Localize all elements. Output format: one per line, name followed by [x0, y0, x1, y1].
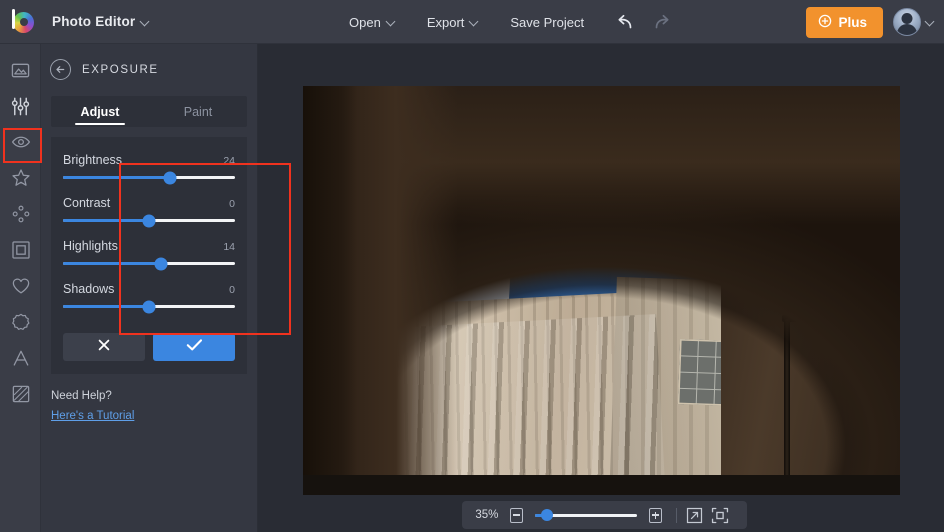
back-arrow-icon[interactable] — [50, 59, 71, 80]
tab-paint[interactable]: Paint — [149, 96, 247, 127]
help-section: Need Help? Here's a Tutorial — [51, 390, 257, 424]
tool-rail — [0, 44, 42, 532]
canvas-area[interactable] — [258, 44, 944, 532]
user-avatar — [893, 8, 921, 36]
slider-highlights-label: Highlights — [63, 239, 118, 253]
tab-adjust[interactable]: Adjust — [51, 96, 149, 127]
top-right-group: Plus — [806, 0, 934, 44]
undo-redo-group — [614, 10, 672, 34]
save-project-button[interactable]: Save Project — [494, 0, 602, 44]
tutorial-link[interactable]: Here's a Tutorial — [51, 410, 134, 422]
expand-arrow-icon[interactable] — [686, 506, 703, 524]
top-bar: Photo Editor Open Export Save Project Pl… — [0, 0, 944, 44]
slider-shadows: Shadows 0 — [63, 276, 235, 313]
befunky-color-wheel-logo — [9, 8, 35, 35]
slider-contrast-handle[interactable] — [142, 214, 156, 227]
chevron-down-icon — [387, 18, 395, 26]
save-project-label: Save Project — [510, 14, 585, 30]
plus-label: Plus — [838, 14, 867, 30]
sidebar-item-touch-up[interactable] — [0, 124, 41, 160]
sidebar-item-effects[interactable] — [0, 160, 41, 196]
slider-shadows-handle[interactable] — [142, 300, 156, 313]
slider-contrast: Contrast 0 — [63, 190, 235, 227]
sidebar-item-frames[interactable] — [0, 232, 41, 268]
slider-shadows-label: Shadows — [63, 282, 115, 296]
slider-highlights-handle[interactable] — [154, 257, 168, 270]
zoom-percent-label: 35% — [475, 509, 499, 521]
slider-highlights: Highlights 14 — [63, 233, 235, 270]
open-menu[interactable]: Open — [333, 0, 411, 44]
sidebar-item-artsy[interactable] — [0, 196, 41, 232]
fit-to-screen-icon[interactable] — [711, 506, 729, 524]
chevron-down-icon — [141, 18, 149, 26]
app-title-menu[interactable]: Photo Editor — [52, 14, 149, 29]
slider-contrast-track[interactable] — [63, 214, 235, 227]
help-title: Need Help? — [51, 390, 112, 402]
zoom-slider-handle[interactable] — [541, 509, 554, 521]
undo-arrow-icon[interactable] — [614, 10, 638, 34]
slider-brightness: Brightness 24 — [63, 147, 235, 184]
slider-contrast-value: 0 — [229, 198, 235, 210]
slider-highlights-value: 14 — [223, 241, 235, 253]
zoom-toolbar: 35% — [462, 501, 747, 529]
panel-header: EXPOSURE — [41, 44, 257, 80]
slider-brightness-value: 24 — [223, 155, 235, 167]
plus-upgrade-button[interactable]: Plus — [806, 6, 883, 38]
adjust-panel: EXPOSURE Adjust Paint Brightness 24 Cont… — [41, 44, 291, 532]
panel-tabs: Adjust Paint — [51, 96, 247, 127]
sidebar-item-text[interactable] — [0, 340, 41, 376]
app-logo[interactable] — [0, 0, 44, 44]
sidebar-item-overlays[interactable] — [0, 268, 41, 304]
account-menu[interactable] — [893, 8, 934, 36]
apply-button[interactable] — [153, 333, 235, 361]
slider-brightness-label: Brightness — [63, 153, 123, 167]
toolbar-divider — [676, 507, 678, 523]
export-menu[interactable]: Export — [411, 0, 495, 44]
sidebar-item-photo-edits[interactable] — [0, 52, 41, 88]
check-icon — [186, 338, 203, 357]
zoom-in-button[interactable] — [648, 507, 663, 523]
sidebar-item-textures[interactable] — [0, 376, 41, 412]
top-menu-group: Open Export Save Project — [333, 0, 672, 44]
chevron-down-icon — [470, 18, 478, 26]
zoom-slider-track[interactable] — [535, 509, 637, 521]
panel-actions — [51, 324, 247, 374]
zoom-out-button[interactable] — [509, 507, 524, 523]
close-x-icon — [97, 338, 111, 357]
slider-highlights-track[interactable] — [63, 257, 235, 270]
page-title: EXPOSURE — [82, 63, 159, 76]
sidebar-item-adjust[interactable] — [0, 88, 41, 124]
slider-shadows-track[interactable] — [63, 300, 235, 313]
app-title-label: Photo Editor — [52, 14, 136, 29]
edited-photo[interactable] — [303, 86, 900, 495]
photo-editor-app: Photo Editor Open Export Save Project Pl… — [0, 0, 944, 532]
export-menu-label: Export — [426, 14, 465, 30]
slider-group: Brightness 24 Contrast 0 Highlights 14 S… — [51, 137, 247, 324]
slider-shadows-value: 0 — [229, 284, 235, 296]
chevron-down-icon — [926, 18, 934, 26]
slider-contrast-label: Contrast — [63, 196, 111, 210]
redo-arrow-icon[interactable] — [648, 10, 672, 34]
slider-brightness-handle[interactable] — [163, 171, 177, 184]
cancel-button[interactable] — [63, 333, 145, 361]
open-menu-label: Open — [349, 14, 381, 30]
sidebar-item-graphics[interactable] — [0, 304, 41, 340]
slider-brightness-track[interactable] — [63, 171, 235, 184]
plus-badge-icon — [818, 14, 832, 31]
